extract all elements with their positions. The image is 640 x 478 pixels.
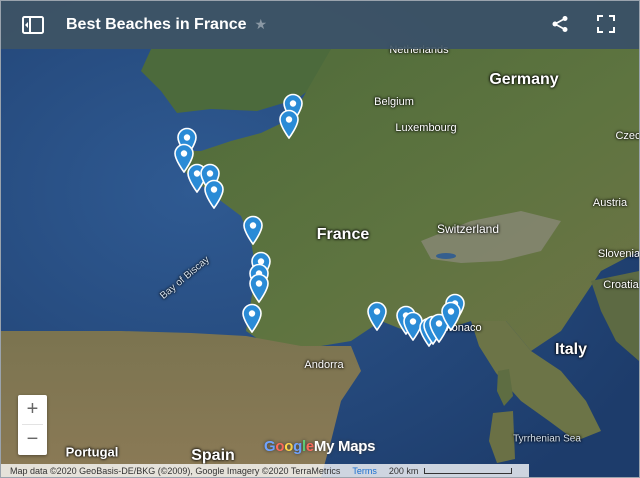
map-header: Best Beaches in France ★ [1, 1, 639, 49]
label-portugal: Portugal [65, 444, 119, 460]
beach-marker[interactable] [248, 273, 270, 304]
beach-marker[interactable] [242, 215, 264, 246]
label-belgium: Belgium [374, 96, 414, 108]
map-title: Best Beaches in France [66, 16, 247, 33]
zoom-in-button[interactable]: + [18, 395, 47, 424]
scale-label: 200 km [388, 465, 419, 476]
beach-marker[interactable] [278, 109, 300, 140]
map-frame: Germany France Switzerland Italy Spain P… [0, 0, 640, 478]
label-croatia: Croatia [603, 279, 639, 291]
label-andorra: Andorra [304, 359, 344, 371]
label-spain: Spain [191, 447, 235, 464]
fullscreen-icon[interactable] [595, 13, 617, 35]
iberia-land [1, 331, 361, 477]
terms-link[interactable]: Terms [352, 466, 377, 476]
label-germany: Germany [489, 71, 559, 88]
beach-marker[interactable] [241, 303, 263, 334]
label-italy: Italy [554, 341, 588, 358]
zoom-out-button[interactable]: − [18, 425, 47, 454]
label-czech: Czec [615, 130, 640, 142]
scale-bar [424, 467, 513, 474]
share-icon[interactable] [549, 13, 571, 35]
label-switzerland: Switzerland [436, 222, 500, 236]
google-mymaps-logo: GoogleMy Maps [264, 438, 376, 455]
beach-marker[interactable] [203, 179, 225, 210]
label-luxembourg: Luxembourg [395, 122, 457, 134]
beach-marker[interactable] [366, 301, 388, 332]
label-slovenia: Slovenia [597, 248, 640, 260]
label-austria: Austria [592, 197, 628, 209]
star-icon[interactable]: ★ [255, 16, 268, 33]
map-attribution-bar: Map data ©2020 GeoBasis-DE/BKG (©2009), … [1, 464, 529, 477]
attribution-text: Map data ©2020 GeoBasis-DE/BKG (©2009), … [10, 465, 341, 476]
sidebar-toggle-icon[interactable] [21, 13, 45, 37]
zoom-control: + − [18, 395, 47, 455]
lake-geneva [436, 253, 456, 259]
label-tyrrhenian-sea: Tyrrhenian Sea [513, 433, 581, 445]
beach-marker[interactable] [440, 301, 462, 332]
label-france: France [316, 226, 370, 243]
